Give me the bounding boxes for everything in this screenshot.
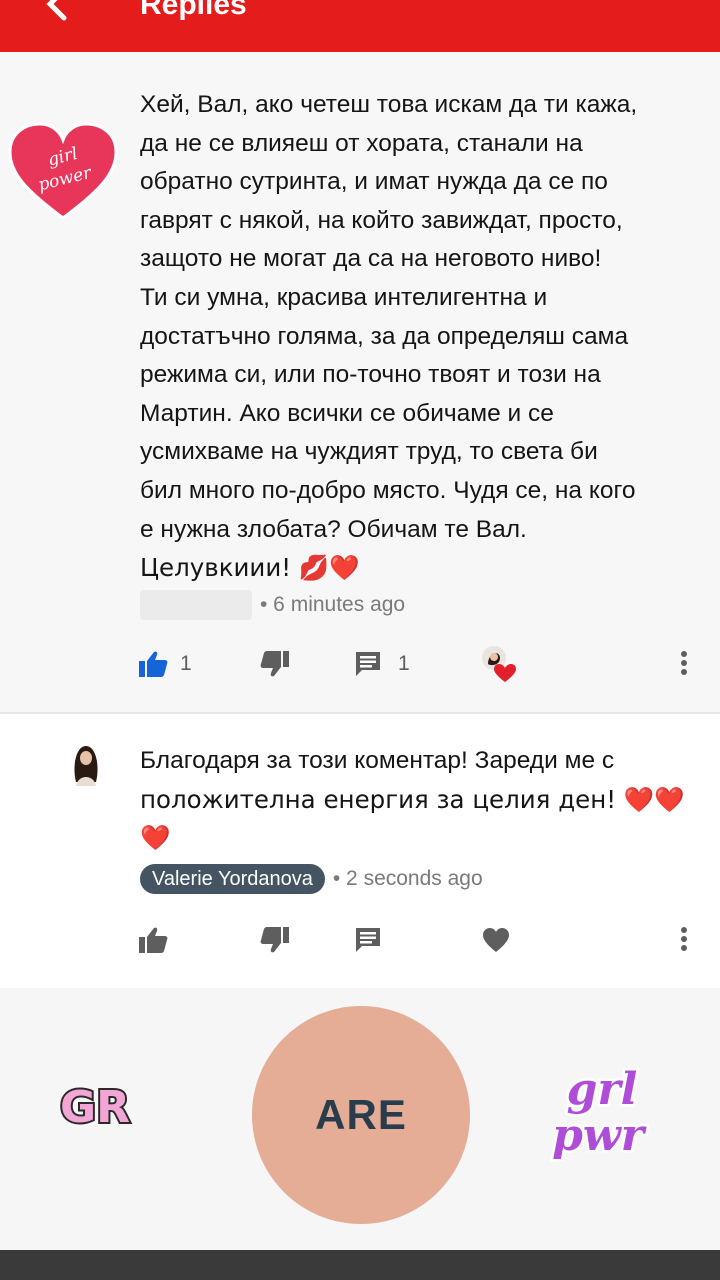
thumbs-up-icon <box>139 651 168 677</box>
comment-line: Ти си умна, красива интелигентна и <box>140 283 548 311</box>
comment-line: ❤️ <box>140 823 171 853</box>
comment-line: да не се влияеш от хората, станали на <box>140 129 583 157</box>
comment-line: Целувкиии! 💋❤️ <box>140 553 360 583</box>
comment-actions: 1 1 <box>0 644 720 684</box>
comment-meta: • 6 minutes ago <box>140 588 405 622</box>
comment-card: girl power Хей, Вал, ако четеш това иска… <box>0 52 720 712</box>
reply-card: Благодаря за този коментар! Зареди ме с … <box>0 714 720 988</box>
more-options-button[interactable] <box>676 644 692 684</box>
timestamp: • 6 minutes ago <box>260 593 406 616</box>
comment-line: режима си, или по-точно твоят и този на <box>140 361 601 389</box>
gr-sticker: GR <box>58 1080 132 1135</box>
gr-sticker-text: GR <box>60 1082 130 1133</box>
thumbs-up-icon <box>139 927 168 953</box>
comment-icon <box>356 652 380 676</box>
comment-line: гаврят с някой, на който завиждат, прост… <box>140 206 623 234</box>
comment-line: Мартин. Ако всички се обичаме и се <box>140 399 554 427</box>
dislike-button[interactable] <box>260 644 290 684</box>
comment-line: Хей, Вал, ако четеш това искам да ти каж… <box>140 91 638 118</box>
page-title: Replies <box>140 0 247 21</box>
thumbs-down-icon <box>260 651 289 677</box>
grl-text: grl <box>567 1064 638 1115</box>
heart-button[interactable] <box>482 920 510 960</box>
top-app-bar: Replies <box>0 0 720 52</box>
comment-line: защото не могат да са на неговото ниво! <box>140 245 602 273</box>
avatar[interactable] <box>66 742 106 786</box>
creator-heart-icon <box>482 646 516 682</box>
timestamp: • 2 seconds ago <box>332 867 483 890</box>
comment-line: Благодаря за този коментар! Зареди ме с <box>140 747 615 774</box>
comment-line: е нужна злобата? Обичам те Вал. <box>140 515 527 543</box>
author-name-blurred[interactable] <box>140 590 252 620</box>
dislike-button[interactable] <box>260 920 290 960</box>
comment-body: Хей, Вал, ако четеш това искам да ти каж… <box>140 86 700 588</box>
like-count: 1 <box>180 652 192 675</box>
reply-button[interactable] <box>354 920 382 960</box>
like-button[interactable] <box>138 920 168 960</box>
sticker-overlay: GR ARE grl pwr <box>0 988 720 1250</box>
are-sticker: ARE <box>252 1006 470 1224</box>
reply-button[interactable]: 1 <box>354 644 410 684</box>
like-button[interactable]: 1 <box>138 644 192 684</box>
comment-meta: Valerie Yordanova • 2 seconds ago <box>140 862 483 896</box>
reply-count: 1 <box>398 652 410 675</box>
thumbs-down-icon <box>260 927 289 953</box>
creator-heart-badge <box>480 644 516 684</box>
comment-body: Благодаря за този коментар! Зареди ме с … <box>140 742 700 858</box>
comment-line: бил много по-добро място. Чудя се, на ко… <box>140 476 636 504</box>
comment-line: усмихваме на чуждият труд, то света би <box>140 438 598 466</box>
comment-line: положителна енергия за целия ден! ❤️❤️ <box>140 784 685 814</box>
pwr-text: pwr <box>552 1110 647 1161</box>
more-options-button[interactable] <box>676 920 692 960</box>
back-arrow-icon[interactable] <box>40 0 80 26</box>
avatar[interactable]: girl power <box>8 122 118 222</box>
comment-actions <box>0 920 720 960</box>
bottom-bar <box>0 1250 720 1280</box>
more-vertical-icon <box>681 651 687 675</box>
comment-icon <box>356 928 380 952</box>
comment-line: обратно сутринта, и имат нужда да се по <box>140 168 608 196</box>
comment-line: достатъчно голяма, за да определяш сама <box>140 322 629 350</box>
heart-icon <box>483 928 509 952</box>
are-sticker-text: ARE <box>315 1091 407 1138</box>
more-vertical-icon <box>681 927 687 951</box>
author-chip[interactable]: Valerie Yordanova <box>140 864 325 894</box>
grl-pwr-sticker: grl pwr <box>550 1062 650 1164</box>
